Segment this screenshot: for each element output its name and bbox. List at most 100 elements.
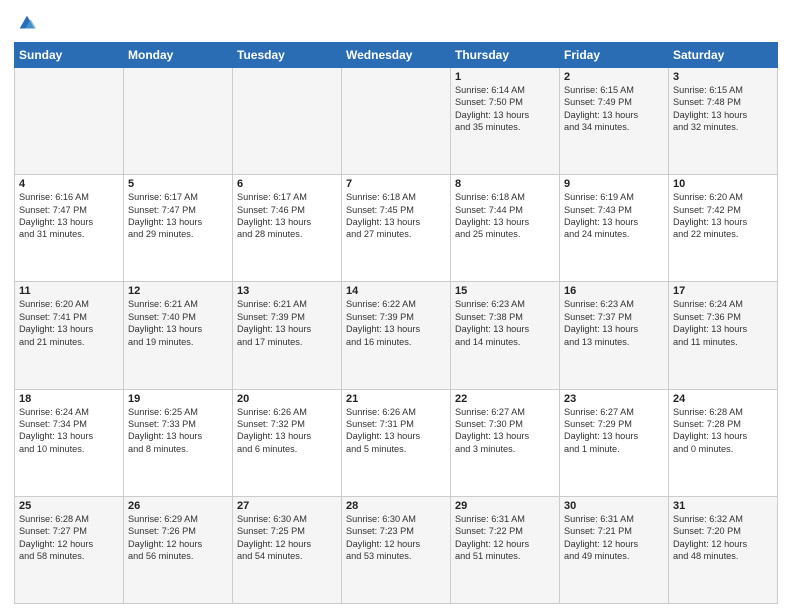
calendar-cell: 3Sunrise: 6:15 AM Sunset: 7:48 PM Daylig… bbox=[669, 68, 778, 175]
calendar-cell: 6Sunrise: 6:17 AM Sunset: 7:46 PM Daylig… bbox=[233, 175, 342, 282]
day-info: Sunrise: 6:16 AM Sunset: 7:47 PM Dayligh… bbox=[19, 191, 119, 241]
weekday-header-sunday: Sunday bbox=[15, 43, 124, 68]
day-number: 9 bbox=[564, 178, 664, 190]
day-number: 14 bbox=[346, 285, 446, 297]
weekday-header-saturday: Saturday bbox=[669, 43, 778, 68]
calendar-cell bbox=[15, 68, 124, 175]
day-number: 29 bbox=[455, 500, 555, 512]
calendar-cell: 13Sunrise: 6:21 AM Sunset: 7:39 PM Dayli… bbox=[233, 282, 342, 389]
calendar-cell: 15Sunrise: 6:23 AM Sunset: 7:38 PM Dayli… bbox=[451, 282, 560, 389]
logo bbox=[14, 10, 38, 34]
day-info: Sunrise: 6:21 AM Sunset: 7:39 PM Dayligh… bbox=[237, 298, 337, 348]
day-info: Sunrise: 6:18 AM Sunset: 7:44 PM Dayligh… bbox=[455, 191, 555, 241]
calendar-cell bbox=[233, 68, 342, 175]
day-info: Sunrise: 6:31 AM Sunset: 7:21 PM Dayligh… bbox=[564, 513, 664, 563]
day-number: 20 bbox=[237, 393, 337, 405]
day-info: Sunrise: 6:19 AM Sunset: 7:43 PM Dayligh… bbox=[564, 191, 664, 241]
day-info: Sunrise: 6:23 AM Sunset: 7:37 PM Dayligh… bbox=[564, 298, 664, 348]
calendar-cell: 28Sunrise: 6:30 AM Sunset: 7:23 PM Dayli… bbox=[342, 496, 451, 603]
calendar-cell: 14Sunrise: 6:22 AM Sunset: 7:39 PM Dayli… bbox=[342, 282, 451, 389]
calendar-cell: 26Sunrise: 6:29 AM Sunset: 7:26 PM Dayli… bbox=[124, 496, 233, 603]
calendar-table: SundayMondayTuesdayWednesdayThursdayFrid… bbox=[14, 42, 778, 604]
day-info: Sunrise: 6:20 AM Sunset: 7:41 PM Dayligh… bbox=[19, 298, 119, 348]
calendar-cell: 18Sunrise: 6:24 AM Sunset: 7:34 PM Dayli… bbox=[15, 389, 124, 496]
calendar-cell: 23Sunrise: 6:27 AM Sunset: 7:29 PM Dayli… bbox=[560, 389, 669, 496]
day-number: 21 bbox=[346, 393, 446, 405]
day-number: 10 bbox=[673, 178, 773, 190]
day-number: 28 bbox=[346, 500, 446, 512]
calendar-cell: 31Sunrise: 6:32 AM Sunset: 7:20 PM Dayli… bbox=[669, 496, 778, 603]
calendar-cell bbox=[124, 68, 233, 175]
day-info: Sunrise: 6:17 AM Sunset: 7:46 PM Dayligh… bbox=[237, 191, 337, 241]
week-row-5: 25Sunrise: 6:28 AM Sunset: 7:27 PM Dayli… bbox=[15, 496, 778, 603]
day-info: Sunrise: 6:25 AM Sunset: 7:33 PM Dayligh… bbox=[128, 406, 228, 456]
calendar-cell: 25Sunrise: 6:28 AM Sunset: 7:27 PM Dayli… bbox=[15, 496, 124, 603]
calendar-cell: 5Sunrise: 6:17 AM Sunset: 7:47 PM Daylig… bbox=[124, 175, 233, 282]
day-number: 17 bbox=[673, 285, 773, 297]
calendar-cell: 9Sunrise: 6:19 AM Sunset: 7:43 PM Daylig… bbox=[560, 175, 669, 282]
day-info: Sunrise: 6:15 AM Sunset: 7:48 PM Dayligh… bbox=[673, 84, 773, 134]
day-number: 15 bbox=[455, 285, 555, 297]
day-number: 19 bbox=[128, 393, 228, 405]
day-number: 31 bbox=[673, 500, 773, 512]
day-info: Sunrise: 6:23 AM Sunset: 7:38 PM Dayligh… bbox=[455, 298, 555, 348]
calendar-cell: 19Sunrise: 6:25 AM Sunset: 7:33 PM Dayli… bbox=[124, 389, 233, 496]
day-number: 26 bbox=[128, 500, 228, 512]
weekday-header-row: SundayMondayTuesdayWednesdayThursdayFrid… bbox=[15, 43, 778, 68]
logo-icon bbox=[16, 12, 38, 34]
day-number: 8 bbox=[455, 178, 555, 190]
day-info: Sunrise: 6:30 AM Sunset: 7:23 PM Dayligh… bbox=[346, 513, 446, 563]
day-number: 24 bbox=[673, 393, 773, 405]
day-number: 7 bbox=[346, 178, 446, 190]
day-number: 12 bbox=[128, 285, 228, 297]
day-info: Sunrise: 6:28 AM Sunset: 7:27 PM Dayligh… bbox=[19, 513, 119, 563]
day-number: 3 bbox=[673, 71, 773, 83]
day-number: 27 bbox=[237, 500, 337, 512]
calendar-cell bbox=[342, 68, 451, 175]
day-number: 1 bbox=[455, 71, 555, 83]
day-number: 6 bbox=[237, 178, 337, 190]
calendar-cell: 21Sunrise: 6:26 AM Sunset: 7:31 PM Dayli… bbox=[342, 389, 451, 496]
calendar-cell: 29Sunrise: 6:31 AM Sunset: 7:22 PM Dayli… bbox=[451, 496, 560, 603]
week-row-4: 18Sunrise: 6:24 AM Sunset: 7:34 PM Dayli… bbox=[15, 389, 778, 496]
day-info: Sunrise: 6:29 AM Sunset: 7:26 PM Dayligh… bbox=[128, 513, 228, 563]
day-number: 25 bbox=[19, 500, 119, 512]
day-number: 5 bbox=[128, 178, 228, 190]
calendar-cell: 30Sunrise: 6:31 AM Sunset: 7:21 PM Dayli… bbox=[560, 496, 669, 603]
weekday-header-tuesday: Tuesday bbox=[233, 43, 342, 68]
calendar-cell: 7Sunrise: 6:18 AM Sunset: 7:45 PM Daylig… bbox=[342, 175, 451, 282]
calendar-cell: 11Sunrise: 6:20 AM Sunset: 7:41 PM Dayli… bbox=[15, 282, 124, 389]
day-info: Sunrise: 6:30 AM Sunset: 7:25 PM Dayligh… bbox=[237, 513, 337, 563]
calendar-cell: 2Sunrise: 6:15 AM Sunset: 7:49 PM Daylig… bbox=[560, 68, 669, 175]
header bbox=[14, 10, 778, 34]
day-info: Sunrise: 6:28 AM Sunset: 7:28 PM Dayligh… bbox=[673, 406, 773, 456]
day-info: Sunrise: 6:15 AM Sunset: 7:49 PM Dayligh… bbox=[564, 84, 664, 134]
day-info: Sunrise: 6:24 AM Sunset: 7:34 PM Dayligh… bbox=[19, 406, 119, 456]
day-number: 4 bbox=[19, 178, 119, 190]
day-info: Sunrise: 6:27 AM Sunset: 7:29 PM Dayligh… bbox=[564, 406, 664, 456]
day-number: 13 bbox=[237, 285, 337, 297]
day-number: 16 bbox=[564, 285, 664, 297]
day-number: 22 bbox=[455, 393, 555, 405]
day-info: Sunrise: 6:18 AM Sunset: 7:45 PM Dayligh… bbox=[346, 191, 446, 241]
weekday-header-thursday: Thursday bbox=[451, 43, 560, 68]
calendar-cell: 22Sunrise: 6:27 AM Sunset: 7:30 PM Dayli… bbox=[451, 389, 560, 496]
weekday-header-monday: Monday bbox=[124, 43, 233, 68]
weekday-header-wednesday: Wednesday bbox=[342, 43, 451, 68]
calendar-cell: 27Sunrise: 6:30 AM Sunset: 7:25 PM Dayli… bbox=[233, 496, 342, 603]
week-row-1: 1Sunrise: 6:14 AM Sunset: 7:50 PM Daylig… bbox=[15, 68, 778, 175]
calendar-cell: 4Sunrise: 6:16 AM Sunset: 7:47 PM Daylig… bbox=[15, 175, 124, 282]
day-info: Sunrise: 6:31 AM Sunset: 7:22 PM Dayligh… bbox=[455, 513, 555, 563]
calendar-cell: 10Sunrise: 6:20 AM Sunset: 7:42 PM Dayli… bbox=[669, 175, 778, 282]
day-info: Sunrise: 6:26 AM Sunset: 7:32 PM Dayligh… bbox=[237, 406, 337, 456]
calendar-cell: 16Sunrise: 6:23 AM Sunset: 7:37 PM Dayli… bbox=[560, 282, 669, 389]
calendar-cell: 1Sunrise: 6:14 AM Sunset: 7:50 PM Daylig… bbox=[451, 68, 560, 175]
weekday-header-friday: Friday bbox=[560, 43, 669, 68]
calendar-cell: 12Sunrise: 6:21 AM Sunset: 7:40 PM Dayli… bbox=[124, 282, 233, 389]
day-info: Sunrise: 6:21 AM Sunset: 7:40 PM Dayligh… bbox=[128, 298, 228, 348]
day-info: Sunrise: 6:26 AM Sunset: 7:31 PM Dayligh… bbox=[346, 406, 446, 456]
week-row-2: 4Sunrise: 6:16 AM Sunset: 7:47 PM Daylig… bbox=[15, 175, 778, 282]
day-info: Sunrise: 6:17 AM Sunset: 7:47 PM Dayligh… bbox=[128, 191, 228, 241]
day-info: Sunrise: 6:27 AM Sunset: 7:30 PM Dayligh… bbox=[455, 406, 555, 456]
calendar-cell: 24Sunrise: 6:28 AM Sunset: 7:28 PM Dayli… bbox=[669, 389, 778, 496]
